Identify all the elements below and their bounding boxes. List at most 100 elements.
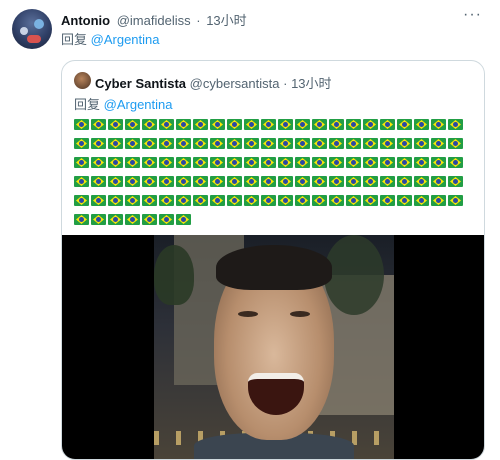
brazil-flag-icon — [159, 176, 174, 187]
brazil-flag-icon — [159, 119, 174, 130]
brazil-flag-icon — [278, 119, 293, 130]
brazil-flag-icon — [159, 157, 174, 168]
brazil-flag-icon — [397, 195, 412, 206]
brazil-flag-icon — [261, 195, 276, 206]
brazil-flag-icon — [431, 138, 446, 149]
brazil-flag-icon — [108, 195, 123, 206]
brazil-flag-icon — [74, 119, 89, 130]
brazil-flag-icon — [125, 195, 140, 206]
more-icon[interactable]: ··· — [463, 6, 482, 24]
brazil-flag-icon — [176, 119, 191, 130]
brazil-flag-icon — [414, 119, 429, 130]
flag-row — [74, 154, 474, 171]
brazil-flag-icon — [176, 214, 191, 225]
brazil-flag-icon — [142, 119, 157, 130]
brazil-flag-icon — [363, 157, 378, 168]
brazil-flag-icon — [193, 119, 208, 130]
brazil-flag-icon — [108, 157, 123, 168]
quoted-tweet[interactable]: Cyber Santista @cybersantista · 13小时 回复 … — [61, 60, 485, 460]
brazil-flag-icon — [74, 176, 89, 187]
brazil-flag-icon — [261, 138, 276, 149]
brazil-flag-icon — [329, 195, 344, 206]
brazil-flag-icon — [380, 176, 395, 187]
brazil-flag-icon — [329, 157, 344, 168]
quoted-author-name[interactable]: Cyber Santista — [95, 76, 186, 91]
brazil-flag-icon — [176, 138, 191, 149]
person-hair — [216, 245, 332, 290]
flag-row — [74, 192, 474, 209]
brazil-flag-icon — [363, 176, 378, 187]
person-eye — [290, 311, 310, 317]
brazil-flag-icon — [312, 119, 327, 130]
author-avatar[interactable] — [12, 9, 52, 49]
separator-dot: · — [196, 13, 201, 28]
brazil-flag-icon — [312, 195, 327, 206]
brazil-flag-icon — [91, 176, 106, 187]
brazil-flag-icon — [312, 176, 327, 187]
brazil-flag-icon — [108, 176, 123, 187]
brazil-flag-icon — [397, 176, 412, 187]
palm-tree — [154, 245, 194, 305]
brazil-flag-icon — [278, 195, 293, 206]
flag-row — [74, 116, 474, 133]
brazil-flag-icon — [176, 157, 191, 168]
brazil-flag-icon — [448, 176, 463, 187]
brazil-flag-icon — [380, 138, 395, 149]
brazil-flag-icon — [244, 176, 259, 187]
brazil-flag-icon — [431, 176, 446, 187]
brazil-flag-icon — [363, 138, 378, 149]
brazil-flag-icon — [380, 119, 395, 130]
brazil-flag-icon — [108, 119, 123, 130]
brazil-flag-icon — [125, 157, 140, 168]
brazil-flag-icon — [414, 195, 429, 206]
avatar-detail — [34, 19, 44, 29]
avatar-detail — [27, 35, 41, 43]
brazil-flag-icon — [125, 214, 140, 225]
reply-prefix: 回复 — [74, 97, 101, 112]
brazil-flag-icon — [346, 176, 361, 187]
brazil-flag-icon — [244, 119, 259, 130]
brazil-flag-icon — [210, 119, 225, 130]
brazil-flag-icon — [397, 157, 412, 168]
brazil-flag-icon — [346, 138, 361, 149]
brazil-flag-icon — [91, 214, 106, 225]
brazil-flag-icon — [312, 157, 327, 168]
quoted-reply-mention-link[interactable]: @Argentina — [104, 97, 173, 112]
brazil-flag-icon — [414, 138, 429, 149]
brazil-flag-icon — [142, 176, 157, 187]
reply-prefix: 回复 — [61, 32, 88, 47]
brazil-flag-icon — [329, 138, 344, 149]
brazil-flag-icon — [142, 157, 157, 168]
brazil-flag-icon — [312, 138, 327, 149]
brazil-flag-icon — [329, 119, 344, 130]
flag-row — [74, 135, 474, 152]
brazil-flag-icon — [397, 119, 412, 130]
brazil-flag-icon — [210, 138, 225, 149]
brazil-flag-icon — [227, 157, 242, 168]
brazil-flag-icon — [278, 157, 293, 168]
brazil-flag-icon — [414, 176, 429, 187]
brazil-flag-icon — [363, 195, 378, 206]
brazil-flag-icon — [295, 195, 310, 206]
quoted-tweet-timestamp[interactable]: 13小时 — [291, 76, 331, 91]
brazil-flag-icon — [227, 176, 242, 187]
video-player[interactable] — [62, 235, 484, 459]
brazil-flag-icon — [125, 176, 140, 187]
brazil-flag-icon — [295, 119, 310, 130]
brazil-flag-icon — [74, 214, 89, 225]
brazil-flag-icon — [210, 176, 225, 187]
avatar-detail — [20, 27, 28, 35]
brazil-flag-icon — [142, 195, 157, 206]
reply-context: 回复 @Argentina — [61, 29, 160, 48]
brazil-flag-icon — [329, 176, 344, 187]
brazil-flag-icon — [159, 138, 174, 149]
quoted-reply-context: 回复 @Argentina — [74, 94, 173, 113]
quoted-author-handle[interactable]: @cybersantista — [190, 76, 280, 91]
brazil-flag-icon — [448, 195, 463, 206]
author-handle[interactable]: @imafideliss — [117, 13, 191, 28]
brazil-flag-icon — [142, 214, 157, 225]
author-name[interactable]: Antonio — [61, 13, 110, 28]
quoted-author-avatar[interactable] — [74, 72, 91, 89]
tweet-timestamp[interactable]: 13小时 — [206, 13, 246, 28]
reply-mention-link[interactable]: @Argentina — [91, 32, 160, 47]
